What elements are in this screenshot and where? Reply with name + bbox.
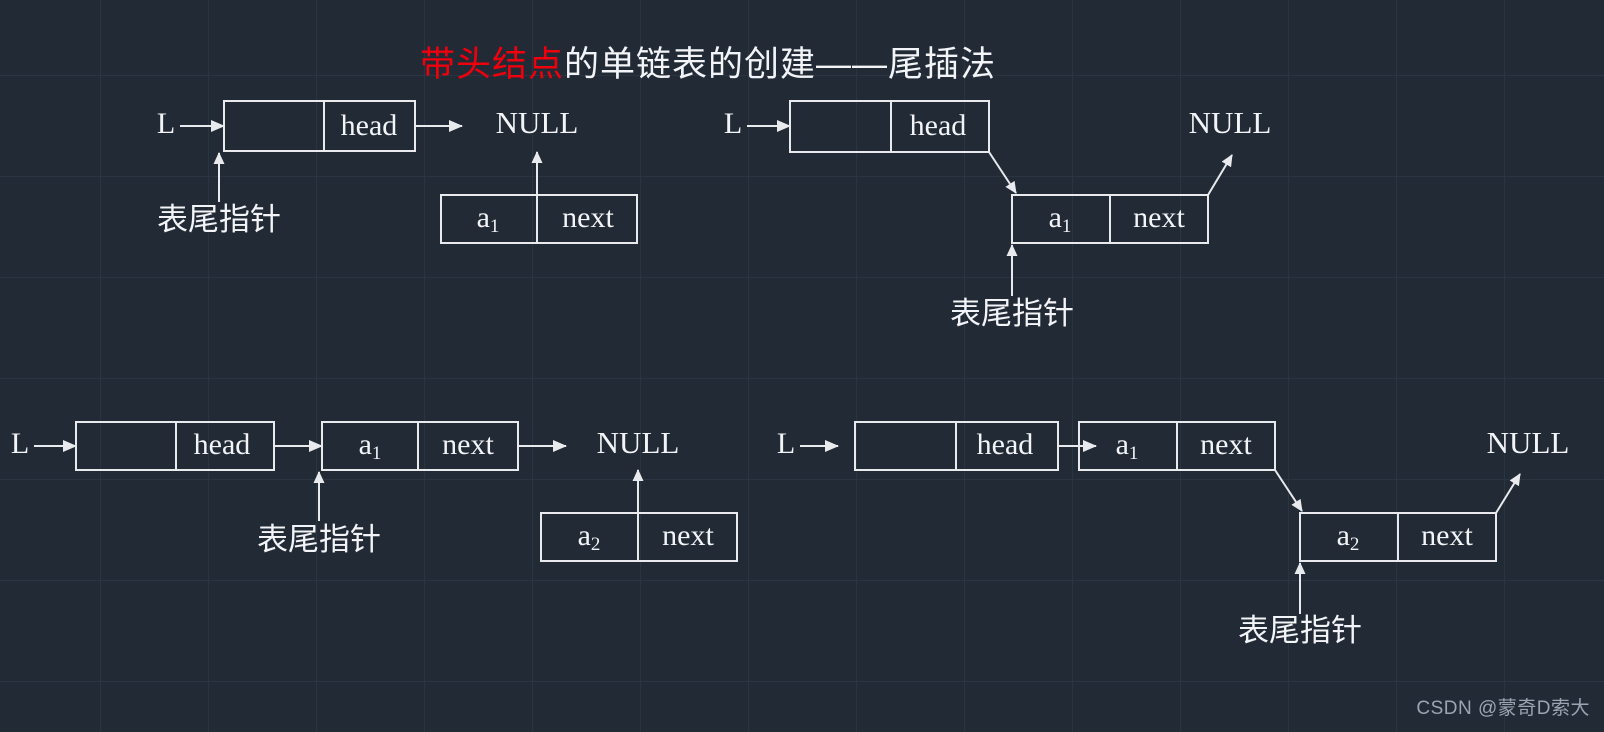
linked-list-diagram: L head NULL a1 next 表尾指针 L head a1 next …: [11, 100, 1570, 648]
diagram-canvas: 带头结点的单链表的创建——尾插法 L head NULL a1 next 表尾指…: [0, 0, 1604, 732]
a2-next-cell-label-4: next: [1421, 519, 1473, 552]
pointer-l-label-4: L: [777, 427, 795, 460]
a1-cell-label-4: a1: [1116, 428, 1139, 464]
a1-node-1: a1 next: [440, 194, 638, 244]
a2-next-cell-label-3: next: [662, 519, 714, 552]
null-label-3: NULL: [597, 425, 680, 460]
a1-next-cell-label-1: next: [562, 201, 614, 234]
head-cell-label-2: head: [910, 109, 967, 142]
head-node-4: head: [854, 421, 1059, 471]
tail-pointer-label-1: 表尾指针: [157, 202, 281, 237]
tail-pointer-label-4: 表尾指针: [1238, 613, 1362, 648]
a2-node-4: a2 next: [1299, 512, 1497, 562]
a1-node-2: a1 next: [1011, 194, 1209, 244]
pointer-l-label-1: L: [157, 107, 175, 140]
head-cell-label-4: head: [977, 428, 1034, 461]
tail-pointer-label-3: 表尾指针: [257, 522, 381, 557]
head-to-a1-diagonal-arrow-2: [988, 151, 1017, 194]
panel-step-3: L head a1 next NULL a2 next 表尾指针: [11, 421, 738, 562]
head-cell-label-1: head: [341, 109, 398, 142]
a1-cell-label-2: a1: [1049, 201, 1072, 237]
a1-next-to-null-arrow-2: [1207, 154, 1233, 196]
panel-step-4: L head a1 next a2 next NULL 表尾指针: [777, 421, 1570, 648]
null-label-2: NULL: [1189, 105, 1272, 140]
a1-node-3: a1 next: [321, 421, 519, 471]
null-label-1: NULL: [496, 105, 579, 140]
panel-step-2: L head a1 next NULL 表尾指针: [724, 100, 1272, 331]
a1-cell-label-3: a1: [359, 428, 382, 464]
head-cell-label-3: head: [194, 428, 251, 461]
a1-next-cell-label-2: next: [1133, 201, 1185, 234]
csdn-watermark: CSDN @蒙奇D索大: [1416, 698, 1590, 719]
a1-cell-label-1: a1: [477, 201, 500, 237]
panel-step-1: L head NULL a1 next 表尾指针: [157, 100, 638, 244]
a2-cell-label-4: a2: [1337, 519, 1360, 555]
a1-next-cell-label-3: next: [442, 428, 494, 461]
head-node-1: head: [223, 100, 416, 152]
a1-to-a2-diagonal-arrow-4: [1274, 469, 1303, 512]
a1-next-cell-label-4: next: [1200, 428, 1252, 461]
a2-next-to-null-arrow-4: [1495, 473, 1521, 514]
head-node-3: head: [75, 421, 275, 471]
null-label-4: NULL: [1487, 425, 1570, 460]
pointer-l-label-2: L: [724, 107, 742, 140]
tail-pointer-label-2: 表尾指针: [950, 296, 1074, 331]
head-node-2: head: [789, 100, 990, 153]
a2-cell-label-3: a2: [578, 519, 601, 555]
a1-node-4: a1 next: [1078, 421, 1276, 471]
pointer-l-label-3: L: [11, 427, 29, 460]
